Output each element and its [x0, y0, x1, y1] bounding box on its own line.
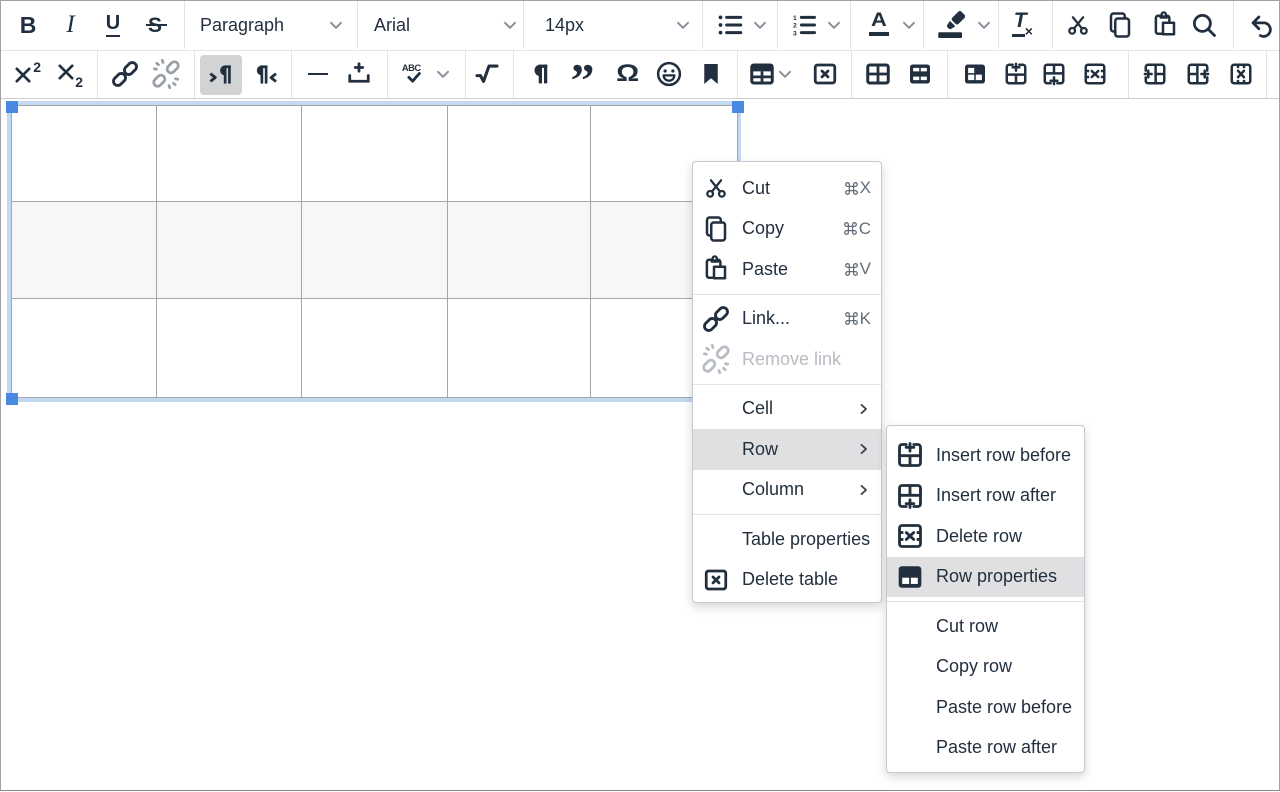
svg-text:1: 1: [793, 15, 797, 22]
svg-text:3: 3: [793, 30, 797, 37]
svg-text:ABC: ABC: [402, 63, 422, 73]
svg-text:2: 2: [793, 23, 797, 30]
svg-text:”: ”: [571, 61, 595, 87]
